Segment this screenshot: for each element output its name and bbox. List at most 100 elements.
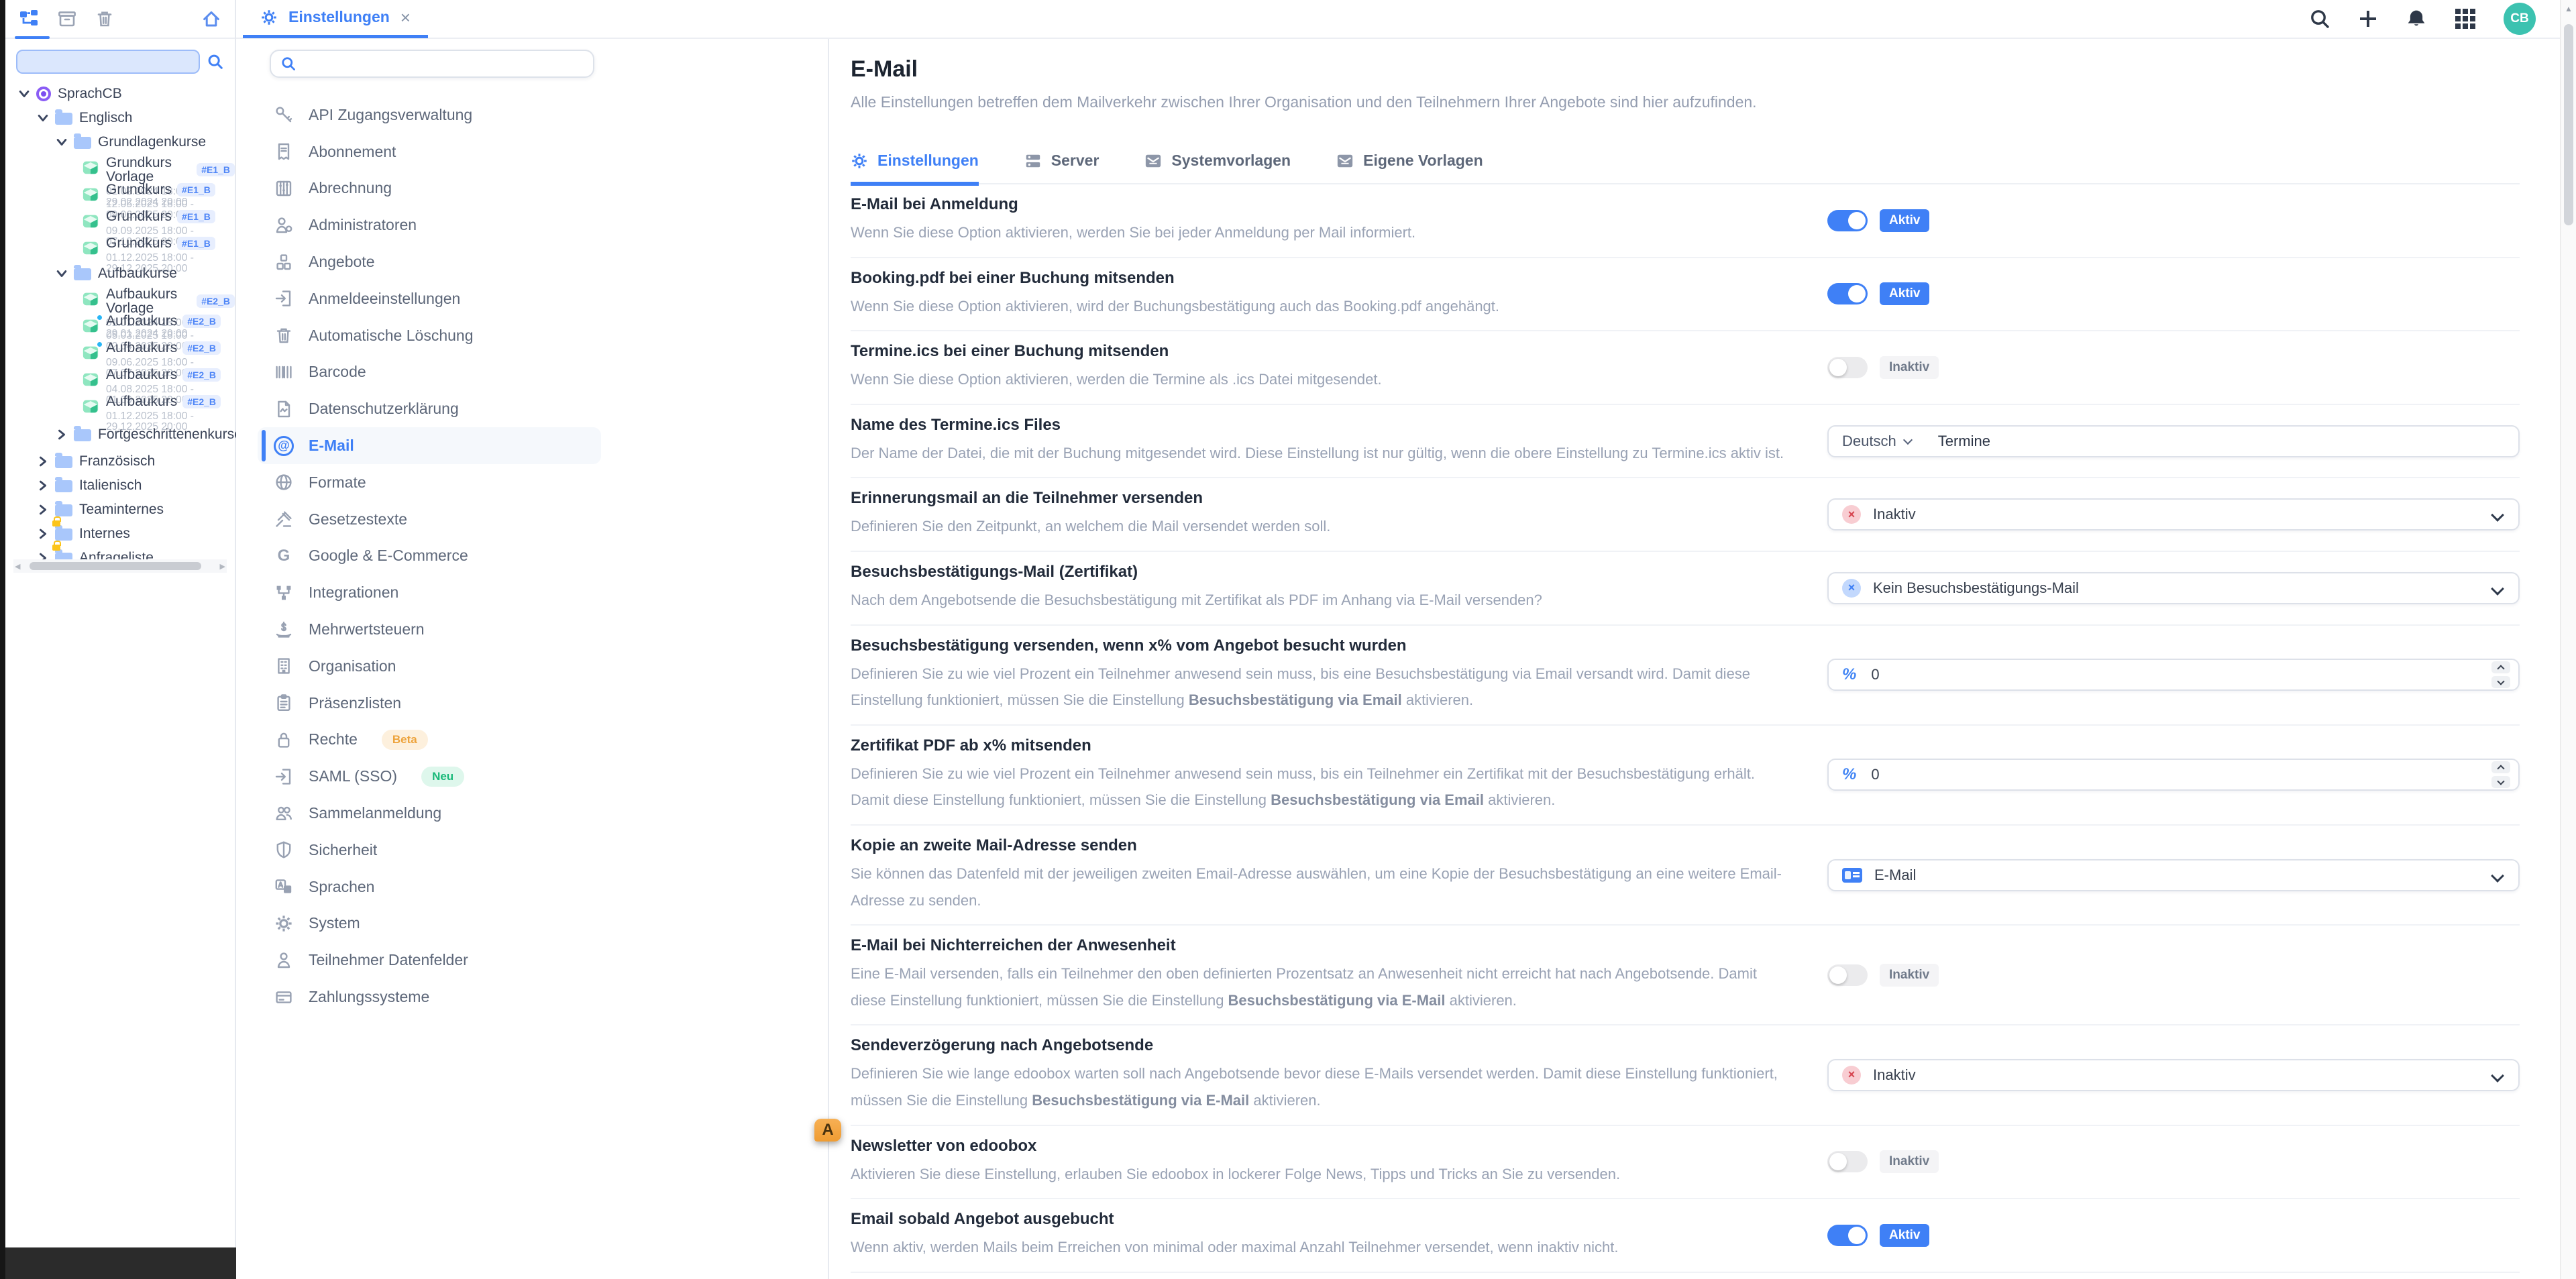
tree-item-course[interactable]: Grundkurs#E1_B01.12.2025 18:00 - 29.12.2… bbox=[5, 235, 235, 262]
delay-select[interactable]: × Inaktiv bbox=[1827, 1059, 2520, 1091]
tree-item-folder[interactable]: Französisch bbox=[5, 449, 235, 474]
menu-item-sammelanmeldung[interactable]: Sammelanmeldung bbox=[258, 795, 601, 832]
trash-icon[interactable] bbox=[95, 9, 114, 28]
menu-item-rechte[interactable]: RechteBeta bbox=[258, 722, 601, 759]
setting-title: Sendeverzögerung nach Angebotsende bbox=[851, 1036, 1790, 1055]
menu-item-gesetzestexte[interactable]: Gesetzestexte bbox=[258, 501, 601, 538]
scrollbar-thumb[interactable] bbox=[2564, 24, 2573, 225]
tree-item-course[interactable]: Aufbaukurs Vorlage#E2_B01.01.2024 18:00 … bbox=[5, 286, 235, 313]
menu-item-automatische-loeschung[interactable]: Automatische Löschung bbox=[258, 317, 601, 354]
tab-server[interactable]: Server bbox=[1024, 152, 1099, 186]
menu-item-formate[interactable]: Formate bbox=[258, 464, 601, 501]
menu-item-angebote[interactable]: Angebote bbox=[258, 243, 601, 280]
toggle-off[interactable] bbox=[1827, 964, 1868, 986]
scrollbar-thumb[interactable] bbox=[30, 562, 201, 570]
close-icon[interactable]: × bbox=[400, 9, 411, 26]
tree-item-course[interactable]: Aufbaukurs#E2_B01.12.2025 18:00 - 29.12.… bbox=[5, 393, 235, 420]
menu-item-api[interactable]: API Zugangsverwaltung bbox=[258, 97, 601, 133]
tab-eigene-vorlagen[interactable]: Eigene Vorlagen bbox=[1336, 152, 1483, 186]
certificate-mail-select[interactable]: × Kein Besuchsbestätigungs-Mail bbox=[1827, 572, 2520, 604]
setting-description: Eine E-Mail versenden, falls ein Teilneh… bbox=[851, 960, 1790, 1013]
menu-item-praesenzlisten[interactable]: Präsenzlisten bbox=[258, 685, 601, 722]
tree-horizontal-scrollbar[interactable] bbox=[13, 559, 227, 573]
menu-item-abrechnung[interactable]: Abrechnung bbox=[258, 170, 601, 207]
menu-item-system[interactable]: System bbox=[258, 905, 601, 942]
menu-item-barcode[interactable]: Barcode bbox=[258, 354, 601, 391]
apps-grid-icon[interactable] bbox=[2455, 9, 2475, 29]
setting-title: Termine.ics bei einer Buchung mitsenden bbox=[851, 342, 1790, 361]
setting-row-erinnerungsmail: Erinnerungsmail an die Teilnehmer versen… bbox=[851, 478, 2520, 552]
menu-item-saml[interactable]: SAML (SSO)Neu bbox=[258, 758, 601, 795]
chevron-down-icon[interactable] bbox=[19, 89, 30, 99]
tree-search-input[interactable] bbox=[16, 50, 200, 74]
lock-icon bbox=[52, 520, 60, 526]
tree-item-course[interactable]: Aufbaukurs#E2_B09.06.2025 18:00 - 07.07.… bbox=[5, 339, 235, 366]
lock-icon bbox=[274, 730, 294, 750]
menu-item-integrationen[interactable]: Integrationen bbox=[258, 574, 601, 611]
menu-item-organisation[interactable]: Organisation bbox=[258, 648, 601, 685]
folder-icon bbox=[55, 480, 72, 492]
settings-search-input[interactable] bbox=[303, 54, 584, 73]
filename-input[interactable] bbox=[1935, 431, 2505, 451]
toggle-off[interactable] bbox=[1827, 357, 1868, 378]
tree-view-icon[interactable] bbox=[19, 9, 39, 28]
tree-item-folder-locked[interactable]: Internes bbox=[5, 522, 235, 546]
tree-item-course[interactable]: Grundkurs#E1_B09.09.2025 18:00 - 07.10.2… bbox=[5, 208, 235, 235]
setting-row-ausgebucht: Email sobald Angebot ausgebucht Wenn akt… bbox=[851, 1199, 2520, 1273]
menu-item-anmeldeeinstellungen[interactable]: Anmeldeeinstellungen bbox=[258, 280, 601, 317]
menu-item-google[interactable]: GGoogle & E-Commerce bbox=[258, 538, 601, 575]
menu-item-teilnehmer-datenfelder[interactable]: Teilnehmer Datenfelder bbox=[258, 942, 601, 979]
global-search-icon[interactable] bbox=[2309, 8, 2330, 30]
tree-item-course[interactable]: Grundkurs Vorlage#E1_B01.02.2024 18:00 -… bbox=[5, 154, 235, 181]
percent-number-input[interactable]: % 0 bbox=[1827, 659, 2520, 691]
home-icon[interactable] bbox=[201, 9, 221, 28]
add-icon[interactable] bbox=[2359, 9, 2377, 28]
tab-systemvorlagen[interactable]: Systemvorlagen bbox=[1144, 152, 1291, 186]
chevron-down-icon[interactable] bbox=[38, 113, 48, 123]
menu-item-sprachen[interactable]: Sprachen bbox=[258, 869, 601, 905]
tree-item-folder[interactable]: Grundlagenkurse bbox=[5, 130, 235, 154]
menu-item-datenschutz[interactable]: Datenschutzerklärung bbox=[258, 390, 601, 427]
tree-item-folder[interactable]: Italienisch bbox=[5, 474, 235, 498]
tab-einstellungen[interactable]: Einstellungen × bbox=[243, 0, 428, 38]
chevron-right-icon[interactable] bbox=[38, 456, 48, 467]
decrement-button[interactable] bbox=[2491, 676, 2510, 688]
toggle-on[interactable] bbox=[1827, 1225, 1868, 1246]
chevron-right-icon[interactable] bbox=[38, 480, 48, 491]
menu-item-zahlungssysteme[interactable]: Zahlungssysteme bbox=[258, 979, 601, 1015]
menu-item-email[interactable]: @E-Mail bbox=[258, 427, 601, 464]
percent-number-input[interactable]: % 0 bbox=[1827, 759, 2520, 791]
menu-item-administratoren[interactable]: Administratoren bbox=[258, 207, 601, 243]
tree-item-course[interactable]: Aufbaukurs#E2_B04.08.2025 18:00 - 01.09.… bbox=[5, 366, 235, 393]
toggle-on[interactable] bbox=[1827, 283, 1868, 304]
tree-item-folder[interactable]: Englisch bbox=[5, 106, 235, 130]
vertical-scrollbar[interactable] bbox=[2560, 0, 2576, 1279]
chevron-down-icon[interactable] bbox=[56, 268, 67, 279]
tree-item-root[interactable]: SprachCB bbox=[5, 82, 235, 106]
tab-einstellungen[interactable]: Einstellungen bbox=[851, 152, 979, 186]
tree-item-course[interactable]: Aufbaukurs#E2_B05.03.2025 18:00 - 02.04.… bbox=[5, 313, 235, 339]
menu-item-label: Formate bbox=[309, 474, 366, 492]
increment-button[interactable] bbox=[2491, 661, 2510, 673]
toggle-on[interactable] bbox=[1827, 210, 1868, 231]
increment-button[interactable] bbox=[2491, 761, 2510, 773]
menu-item-abonnement[interactable]: Abonnement bbox=[258, 133, 601, 170]
archive-box-icon[interactable] bbox=[58, 9, 76, 28]
tree-item-course[interactable]: Grundkurs#E1_B12.05.2025 18:00 - 09.06.2… bbox=[5, 181, 235, 208]
menu-item-mehrwertsteuern[interactable]: Mehrwertsteuern bbox=[258, 611, 601, 648]
decrement-button[interactable] bbox=[2491, 776, 2510, 788]
datafield-select[interactable]: E-Mail bbox=[1827, 859, 2520, 891]
chevron-right-icon[interactable] bbox=[38, 529, 48, 539]
chevron-down-icon[interactable] bbox=[56, 137, 67, 148]
reminder-select[interactable]: × Inaktiv bbox=[1827, 498, 2520, 531]
notifications-bell-icon[interactable] bbox=[2406, 8, 2427, 30]
tree-item-folder[interactable]: Teaminternes bbox=[5, 498, 235, 522]
section-title-anfrageliste: Anfrageliste bbox=[851, 1273, 2520, 1279]
avatar[interactable]: CB bbox=[2504, 3, 2536, 35]
menu-item-sicherheit[interactable]: Sicherheit bbox=[258, 832, 601, 869]
toggle-off[interactable] bbox=[1827, 1151, 1868, 1172]
search-icon[interactable] bbox=[207, 53, 224, 70]
chevron-right-icon[interactable] bbox=[56, 429, 67, 440]
language-select[interactable]: Deutsch bbox=[1842, 433, 1896, 450]
chevron-right-icon[interactable] bbox=[38, 504, 48, 515]
